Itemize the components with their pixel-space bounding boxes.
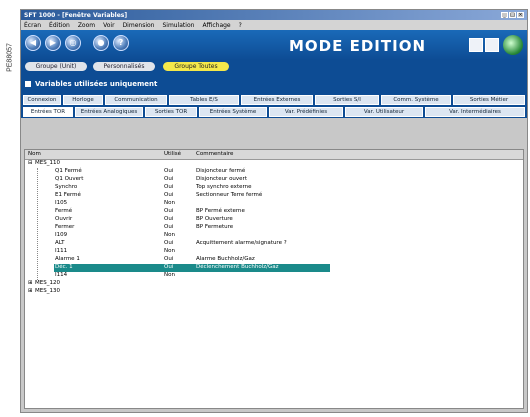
mode-title: MODE EDITION (289, 37, 426, 55)
selector-personnalises[interactable]: Personnalisés (93, 62, 155, 71)
section-header: Variables utilisées uniquement (21, 74, 527, 94)
figure-code: PE88057 (6, 43, 14, 72)
expand-icon[interactable]: ⊞ (28, 280, 33, 286)
window-list-icon[interactable] (485, 38, 499, 52)
table-row[interactable]: Alarme 1 Oui Alarme Buchholz/Gaz (25, 256, 523, 264)
tab-entrees-systeme[interactable]: Entrées Système (199, 107, 267, 117)
menu-item[interactable]: Écran (24, 22, 41, 29)
menu-item[interactable]: Dimension (123, 22, 155, 29)
tab-sorties-metier[interactable]: Sorties Métier (453, 95, 525, 105)
selector-groupe-toutes[interactable]: Groupe Toutes (163, 62, 229, 71)
selector-groupe-unit[interactable]: Groupe (Unit) (25, 62, 87, 71)
menu-item[interactable]: Zoom (78, 22, 95, 29)
table-row[interactable]: Fermé Oui BP Fermé externe (25, 208, 523, 216)
tab-comm-systeme[interactable]: Comm. Système (381, 95, 451, 105)
menu-item[interactable]: Affichage (202, 22, 230, 29)
tab-connexion[interactable]: Connexion (23, 95, 61, 105)
column-comment[interactable]: Commentaire (196, 151, 233, 157)
tab-entrees-tor[interactable]: Entrées TOR (23, 107, 73, 117)
table-row[interactable]: Synchro Oui Top synchro externe (25, 184, 523, 192)
column-name[interactable]: Nom (28, 151, 41, 157)
table-row[interactable]: Fermer Oui BP Fermeture (25, 224, 523, 232)
selection-highlight (54, 264, 330, 272)
variables-table: Nom Utilisé Commentaire ⊟ MES_110 Q1 Fer… (24, 149, 524, 409)
checkbox-icon[interactable] (25, 81, 31, 87)
expand-icon[interactable]: ⊟ (28, 160, 33, 166)
tab-sorties-tor[interactable]: Sorties TOR (145, 107, 197, 117)
column-header-row: Nom Utilisé Commentaire (25, 150, 523, 160)
table-row[interactable]: Q1 Fermé Oui Disjoncteur fermé (25, 168, 523, 176)
table-row[interactable]: I111 Non (25, 248, 523, 256)
menu-item[interactable]: Voir (103, 22, 114, 29)
maximize-icon[interactable]: □ (509, 12, 516, 18)
menu-bar: Écran Édition Zoom Voir Dimension Simula… (21, 20, 527, 30)
variable-tree: ⊟ MES_110 Q1 Fermé Oui Disjoncteur fermé… (25, 160, 523, 296)
expand-icon[interactable]: ⊞ (28, 288, 33, 294)
target-icon[interactable]: ◎ (65, 35, 81, 51)
tab-row-1: Connexion Horloge Communication Tables E… (21, 94, 527, 106)
back-icon[interactable]: ◀ (25, 35, 41, 51)
tab-var-intermediaires[interactable]: Var. Intermédiaires (425, 107, 525, 117)
tab-communication[interactable]: Communication (105, 95, 167, 105)
title-bar[interactable]: SFT 1000 - [Fenêtre Variables] _ □ × (21, 10, 527, 20)
tab-sorties-si[interactable]: Sorties S/I (315, 95, 379, 105)
app-logo-icon (503, 35, 523, 55)
close-icon[interactable]: × (517, 12, 524, 18)
tab-var-predefinies[interactable]: Var. Prédéfinies (269, 107, 343, 117)
column-used[interactable]: Utilisé (164, 151, 181, 157)
table-row[interactable]: Q1 Ouvert Oui Disjoncteur ouvert (25, 176, 523, 184)
menu-item[interactable]: Édition (49, 22, 70, 29)
minimize-icon[interactable]: _ (501, 12, 508, 18)
table-row[interactable]: I114 Non (25, 272, 523, 280)
section-title: Variables utilisées uniquement (35, 80, 158, 88)
tab-entrees-externes[interactable]: Entrées Externes (241, 95, 313, 105)
toolbar: ◀ ▶ ◎ ● ? MODE EDITION (21, 30, 527, 60)
tree-node-mes120[interactable]: ⊞ MES_120 (25, 280, 523, 288)
table-row[interactable]: E1 Fermé Oui Sectionneur Terre fermé (25, 192, 523, 200)
table-row[interactable]: ALT Oui Acquittement alarme/signature ? (25, 240, 523, 248)
table-row[interactable]: I105 Non (25, 200, 523, 208)
tree-node-mes130[interactable]: ⊞ MES_130 (25, 288, 523, 296)
tree-node-mes110[interactable]: ⊟ MES_110 (25, 160, 523, 168)
group-selector-bar: Groupe (Unit) Personnalisés Groupe Toute… (21, 60, 527, 74)
menu-item[interactable]: Simulation (162, 22, 194, 29)
table-row[interactable]: Ouvrir Oui BP Ouverture (25, 216, 523, 224)
tab-row-2: Entrées TOR Entrées Analogiques Sorties … (21, 106, 527, 118)
tab-var-utilisateur[interactable]: Var. Utilisateur (345, 107, 423, 117)
forward-icon[interactable]: ▶ (45, 35, 61, 51)
table-row-selected[interactable]: Déc. 1 Oui Déclenchement Buchholz/Gaz (25, 264, 523, 272)
tab-horloge[interactable]: Horloge (63, 95, 103, 105)
window-title: SFT 1000 - [Fenêtre Variables] (24, 11, 128, 19)
tab-tables-es[interactable]: Tables E/S (169, 95, 239, 105)
window-tile-icon[interactable] (469, 38, 483, 52)
tab-entrees-analogiques[interactable]: Entrées Analogiques (75, 107, 143, 117)
menu-item[interactable]: ? (239, 22, 242, 29)
help-icon[interactable]: ? (113, 35, 129, 51)
globe-icon[interactable]: ● (93, 35, 109, 51)
table-row[interactable]: I109 Non (25, 232, 523, 240)
application-window: SFT 1000 - [Fenêtre Variables] _ □ × Écr… (20, 9, 528, 413)
